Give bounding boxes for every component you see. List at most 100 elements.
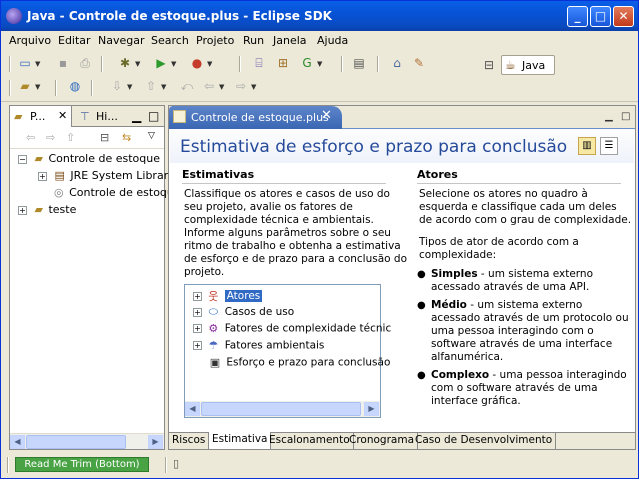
columns-layout-icon[interactable]: ▥ bbox=[578, 137, 596, 155]
run-dropdown-icon[interactable]: ▼ bbox=[171, 60, 176, 68]
library-icon: ▤ bbox=[54, 169, 65, 182]
link-editor-icon[interactable]: ⇆ bbox=[122, 131, 131, 144]
perspective-switcher-icon[interactable]: ⊟ bbox=[481, 57, 497, 73]
forward-icon[interactable]: ⇨ bbox=[233, 78, 249, 94]
menu-projeto[interactable]: Projeto bbox=[196, 34, 234, 47]
next-annotation-dropdown-icon[interactable]: ▼ bbox=[127, 83, 132, 91]
expand-toggle-icon[interactable]: + bbox=[38, 171, 47, 181]
view-menu-icon[interactable]: ▽ bbox=[148, 131, 155, 141]
plus-file-icon: ◎ bbox=[54, 186, 64, 199]
open-perspective-icon[interactable]: ⌂ bbox=[389, 55, 405, 71]
maximize-button[interactable]: □ bbox=[590, 6, 611, 27]
tree-item-controle-de-estoque[interactable]: − ▰ Controle de estoque bbox=[18, 152, 160, 169]
debug-dropdown-icon[interactable]: ▼ bbox=[135, 60, 140, 68]
tab-package-explorer[interactable]: ▰ P... ✕ bbox=[10, 106, 72, 127]
scroll-right-icon[interactable]: ▶ bbox=[364, 402, 379, 416]
maximize-editor-icon[interactable]: □ bbox=[621, 111, 630, 122]
new-dropdown-icon[interactable]: ▼ bbox=[35, 60, 40, 68]
fast-view-icon[interactable]: ▯ bbox=[173, 457, 179, 470]
horizontal-scrollbar[interactable]: ◀ ▶ bbox=[10, 433, 164, 449]
java-perspective-button[interactable]: ☕ Java bbox=[501, 55, 555, 75]
menu-ajuda[interactable]: Ajuda bbox=[317, 34, 348, 47]
menu-arquivo[interactable]: Arquivo bbox=[9, 34, 51, 47]
expand-toggle-icon[interactable]: + bbox=[193, 291, 202, 301]
back-dropdown-icon[interactable]: ▼ bbox=[219, 83, 224, 91]
list-layout-icon[interactable]: ☰ bbox=[600, 137, 618, 155]
menu-janela[interactable]: Janela bbox=[273, 34, 307, 47]
java-perspective-label: Java bbox=[522, 59, 546, 72]
tree-item-casos-de-uso[interactable]: + ⬭ Casos de uso bbox=[193, 305, 294, 321]
minimize-view-icon[interactable]: ▁ bbox=[132, 109, 141, 123]
up-nav-icon[interactable]: ⇧ bbox=[66, 131, 75, 144]
new-class-dropdown-icon[interactable]: ▼ bbox=[317, 60, 322, 68]
expand-toggle-icon[interactable]: + bbox=[193, 324, 202, 333]
editor-tab[interactable]: Controle de estoque.plus ✕ bbox=[169, 106, 342, 129]
toolbar-separator bbox=[9, 56, 11, 72]
back-nav-icon[interactable]: ⇦ bbox=[26, 131, 35, 144]
scroll-thumb[interactable] bbox=[201, 402, 361, 416]
minimize-button[interactable]: _ bbox=[567, 6, 588, 27]
external-tools-dropdown-icon[interactable]: ▼ bbox=[207, 60, 212, 68]
tab-close-icon[interactable]: ✕ bbox=[58, 109, 67, 122]
tree-item-esforco-prazo[interactable]: ▣ Esforço e prazo para conclusão bbox=[207, 356, 391, 372]
save-icon[interactable]: ▪ bbox=[55, 55, 71, 71]
minimize-editor-icon[interactable]: ▁ bbox=[605, 111, 613, 122]
collapse-all-icon[interactable]: ⊟ bbox=[100, 131, 109, 144]
tree-item-teste[interactable]: + ▰ teste bbox=[18, 203, 76, 220]
technical-factors-icon: ⚙ bbox=[208, 322, 219, 335]
previous-annotation-icon[interactable]: ⇧ bbox=[143, 78, 159, 94]
maximize-view-icon[interactable]: □ bbox=[148, 109, 159, 123]
new-java-project-icon[interactable]: ⌸ bbox=[251, 55, 267, 71]
run-icon[interactable]: ▶ bbox=[153, 55, 169, 71]
scroll-left-icon[interactable]: ◀ bbox=[185, 402, 200, 416]
new-class-icon[interactable]: G bbox=[299, 55, 315, 71]
tree-item-jre-system-library[interactable]: + ▤ JRE System Library bbox=[38, 169, 175, 186]
last-edit-icon[interactable]: ⤺ bbox=[179, 78, 195, 94]
open-type-icon[interactable]: ▤ bbox=[351, 55, 367, 71]
open-folder-dropdown-icon[interactable]: ▼ bbox=[35, 83, 40, 91]
expand-toggle-icon[interactable]: + bbox=[193, 307, 202, 317]
collapse-toggle-icon[interactable]: − bbox=[18, 154, 27, 164]
menu-editar[interactable]: Editar bbox=[58, 34, 91, 47]
toolbar-separator bbox=[239, 56, 241, 72]
tab-cronograma[interactable]: Cronograma bbox=[346, 433, 418, 449]
new-package-icon[interactable]: ⊞ bbox=[275, 55, 291, 71]
back-icon[interactable]: ⇦ bbox=[201, 78, 217, 94]
tree-item-controle-de-estoque-file[interactable]: ◎ Controle de estoque bbox=[54, 186, 181, 203]
toolbar-separator bbox=[101, 56, 103, 72]
tree-item-fatores-complexidade[interactable]: + ⚙ Fatores de complexidade técnic bbox=[193, 322, 391, 338]
scroll-thumb[interactable] bbox=[26, 435, 126, 449]
form-title: Estimativa de esforço e prazo para concl… bbox=[180, 137, 568, 157]
expand-toggle-icon[interactable]: + bbox=[18, 205, 27, 215]
next-annotation-icon[interactable]: ⇩ bbox=[109, 78, 125, 94]
forward-dropdown-icon[interactable]: ▼ bbox=[251, 83, 256, 91]
read-me-trim[interactable]: Read Me Trim (Bottom) bbox=[15, 457, 149, 472]
close-tab-icon[interactable]: ✕ bbox=[321, 108, 332, 123]
menu-search[interactable]: Search bbox=[151, 34, 189, 47]
debug-icon[interactable]: ✱ bbox=[117, 55, 133, 71]
menu-run[interactable]: Run bbox=[243, 34, 264, 47]
previous-annotation-dropdown-icon[interactable]: ▼ bbox=[161, 83, 166, 91]
forward-nav-icon[interactable]: ⇨ bbox=[46, 131, 55, 144]
tree-horizontal-scrollbar[interactable]: ◀ ▶ bbox=[185, 401, 380, 417]
menu-navegar[interactable]: Navegar bbox=[98, 34, 145, 47]
print-icon[interactable]: ⎙ bbox=[77, 55, 93, 71]
tab-estimativa[interactable]: Estimativa bbox=[209, 432, 272, 449]
scroll-left-icon[interactable]: ◀ bbox=[10, 435, 25, 449]
editor-tab-bar: Controle de estoque.plus ✕ ▁ □ bbox=[169, 106, 635, 129]
tree-item-fatores-ambientais[interactable]: + ☂ Fatores ambientais bbox=[193, 339, 324, 355]
new-icon[interactable]: ▭ bbox=[17, 55, 33, 71]
globe-icon[interactable]: ◍ bbox=[67, 78, 83, 94]
external-tools-icon[interactable]: ● bbox=[189, 55, 205, 71]
tab-riscos[interactable]: Riscos bbox=[169, 433, 210, 449]
scroll-right-icon[interactable]: ▶ bbox=[148, 435, 163, 449]
open-folder-icon[interactable]: ▰ bbox=[17, 78, 33, 94]
pen-icon[interactable]: ✎ bbox=[411, 55, 427, 71]
tree-item-atores[interactable]: + 웃 Atores bbox=[193, 288, 263, 304]
tab-escalonamento[interactable]: Escalonamento bbox=[266, 433, 354, 449]
tab-caso-de-desenvolvimento[interactable]: Caso de Desenvolvimento bbox=[412, 433, 557, 449]
tab-hierarchy[interactable]: ⊤ Hi... bbox=[78, 106, 124, 127]
expand-toggle-icon[interactable]: + bbox=[193, 341, 202, 350]
tree-item-label: Casos de uso bbox=[224, 306, 295, 318]
close-button[interactable]: ✕ bbox=[613, 6, 634, 27]
